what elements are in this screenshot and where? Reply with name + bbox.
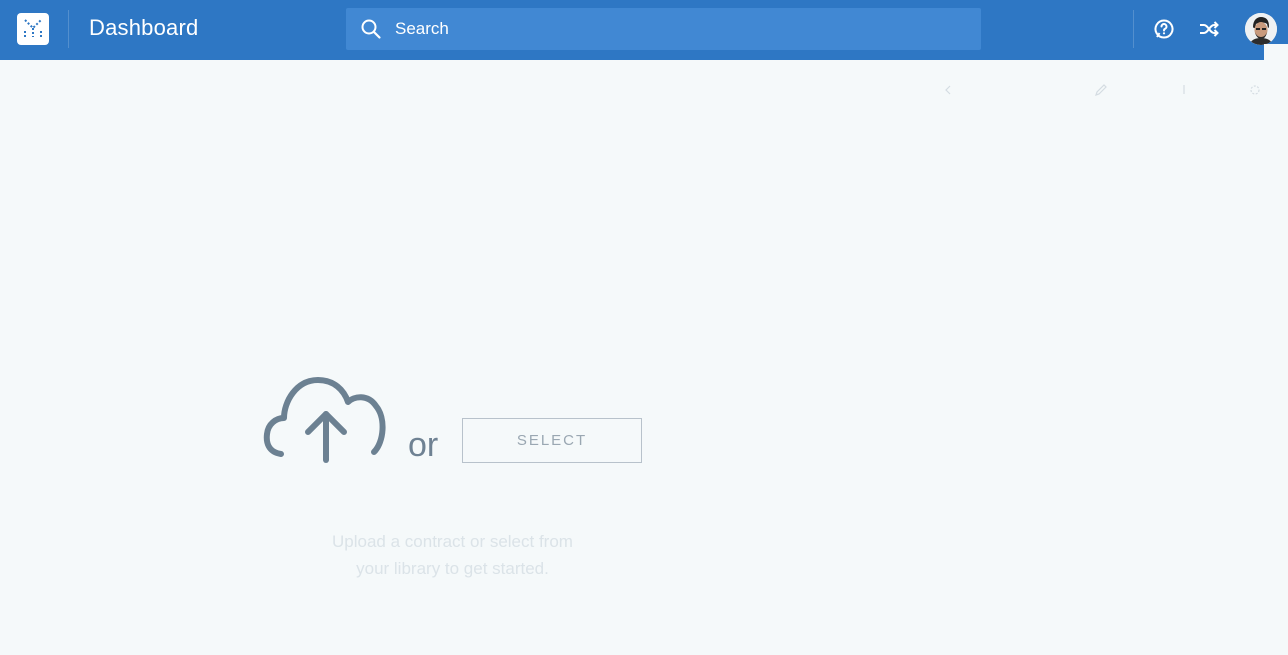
settings-icon[interactable]	[1247, 82, 1263, 98]
search-input[interactable]	[395, 8, 955, 50]
upload-hint: Upload a contract or select from your li…	[300, 528, 605, 582]
shuffle-icon[interactable]	[1197, 17, 1221, 41]
select-button[interactable]: SELECT	[462, 418, 642, 463]
top-bar: Dashboard	[0, 0, 1288, 60]
logo-icon[interactable]	[17, 13, 49, 45]
back-icon[interactable]	[940, 82, 956, 98]
cloud-upload-icon[interactable]	[262, 372, 390, 468]
upload-hint-line1: Upload a contract or select from	[332, 532, 573, 551]
or-label: or	[408, 426, 439, 464]
header-divider	[68, 10, 69, 48]
search-icon	[361, 19, 381, 39]
info-icon[interactable]	[1176, 82, 1192, 98]
edit-icon[interactable]	[1093, 82, 1109, 98]
avatar-tab	[1264, 44, 1288, 60]
avatar[interactable]	[1245, 13, 1277, 45]
search-bar[interactable]	[346, 8, 981, 50]
page-title: Dashboard	[89, 15, 199, 40]
upload-hint-line2: your library to get started.	[356, 559, 549, 578]
avatar-image	[1245, 13, 1277, 45]
help-icon[interactable]	[1152, 17, 1176, 41]
header-divider-right	[1133, 10, 1134, 48]
